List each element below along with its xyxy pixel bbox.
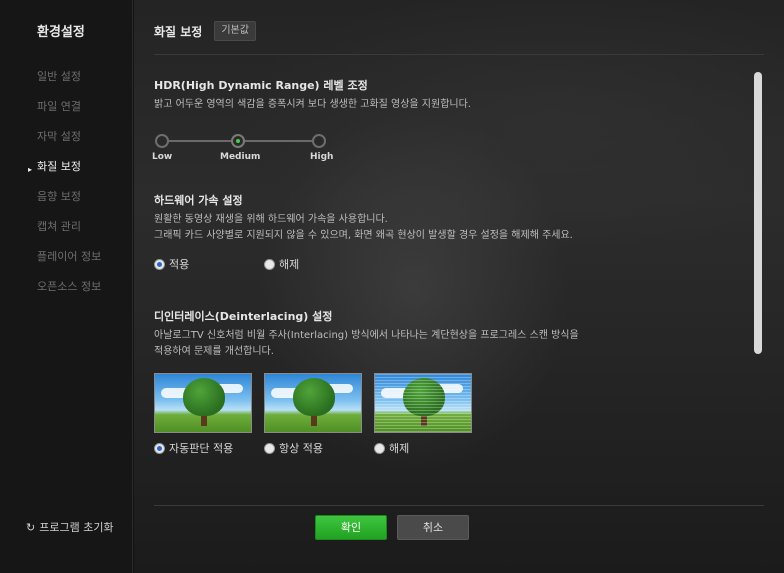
- deint-preview-auto[interactable]: [154, 373, 252, 433]
- slider-stop-medium[interactable]: [231, 134, 245, 148]
- hw-disable-radio[interactable]: 해제: [264, 256, 299, 272]
- sidebar-item-label: 일반 설정: [37, 70, 81, 83]
- sidebar-title: 환경설정: [37, 25, 85, 40]
- radio-dot: [154, 442, 165, 454]
- slider-label-medium: Medium: [220, 152, 261, 162]
- sidebar-item-player-info[interactable]: 플레이어 정보: [0, 248, 133, 278]
- hdr-section-title: HDR(High Dynamic Range) 레벨 조정: [154, 79, 368, 92]
- reset-program-button[interactable]: ↻ 프로그램 초기화: [26, 519, 114, 535]
- hw-section-title: 하드웨어 가속 설정: [154, 194, 243, 207]
- deint-radio-group: 자동판단 적용 항상 적용 해제: [154, 440, 409, 456]
- hw-description-line2: 그래픽 카드 사양별로 지원되지 않을 수 있으며, 화면 왜곡 현상이 발생할…: [154, 230, 573, 241]
- main-header: 화질 보정 기본값: [154, 21, 256, 41]
- sidebar-item-label: 파일 연결: [37, 100, 81, 113]
- deint-description-line2: 적용하여 문제를 개선합니다.: [154, 346, 274, 357]
- radio-dot: [154, 258, 165, 270]
- sidebar-item-label: 음향 보정: [37, 190, 81, 203]
- default-button[interactable]: 기본값: [214, 21, 256, 41]
- cancel-button[interactable]: 취소: [397, 515, 469, 540]
- deint-always-radio[interactable]: 항상 적용: [264, 440, 374, 456]
- sidebar-item-label: 플레이어 정보: [37, 250, 102, 263]
- radio-label: 해제: [389, 442, 410, 455]
- sidebar-nav: 일반 설정 파일 연결 자막 설정 ▸ 화질 보정 음향 보정 캡쳐 관리 플레…: [0, 68, 133, 308]
- main-panel: 화질 보정 기본값 HDR(High Dynamic Range) 레벨 조정 …: [134, 0, 784, 573]
- hw-description-line1: 원활한 동영상 재생을 위해 하드웨어 가속을 사용합니다.: [154, 214, 388, 225]
- sidebar-item-opensource[interactable]: 오픈소스 정보: [0, 278, 133, 308]
- radio-label: 해제: [279, 258, 300, 271]
- sidebar-item-video-enhance[interactable]: ▸ 화질 보정: [0, 158, 133, 188]
- sidebar-item-subtitle[interactable]: 자막 설정: [0, 128, 133, 158]
- deint-preview-always[interactable]: [264, 373, 362, 433]
- footer-divider: [154, 505, 764, 506]
- sidebar: 환경설정 일반 설정 파일 연결 자막 설정 ▸ 화질 보정 음향 보정 캡쳐 …: [0, 0, 133, 573]
- slider-stop-high[interactable]: [312, 134, 326, 148]
- reset-label: 프로그램 초기화: [39, 521, 114, 534]
- radio-label: 적용: [169, 258, 190, 271]
- active-arrow-icon: ▸: [28, 165, 33, 174]
- slider-stop-low[interactable]: [155, 134, 169, 148]
- sidebar-item-label: 화질 보정: [37, 160, 81, 173]
- sidebar-item-label: 자막 설정: [37, 130, 81, 143]
- deint-off-radio[interactable]: 해제: [374, 440, 409, 456]
- refresh-icon: ↻: [26, 521, 36, 534]
- sidebar-item-capture[interactable]: 캡쳐 관리: [0, 218, 133, 248]
- hdr-description: 밝고 어두운 영역의 색감을 증폭시켜 보다 생생한 고화질 영상을 지원합니다…: [154, 99, 471, 110]
- slider-label-low: Low: [152, 152, 173, 162]
- hw-apply-radio[interactable]: 적용: [154, 256, 264, 272]
- sidebar-item-label: 캡쳐 관리: [37, 220, 81, 233]
- deint-auto-radio[interactable]: 자동판단 적용: [154, 440, 264, 456]
- sidebar-item-file-association[interactable]: 파일 연결: [0, 98, 133, 128]
- deint-description-line1: 아날로그TV 신호처럼 비월 주사(Interlacing) 방식에서 나타나는…: [154, 330, 579, 341]
- deint-preview-off[interactable]: [374, 373, 472, 433]
- slider-label-high: High: [310, 152, 334, 162]
- radio-dot: [374, 442, 385, 454]
- radio-label: 자동판단 적용: [169, 442, 234, 455]
- hw-radio-group: 적용 해제: [154, 256, 299, 272]
- page-title: 화질 보정: [154, 24, 203, 39]
- radio-label: 항상 적용: [279, 442, 323, 455]
- sidebar-item-label: 오픈소스 정보: [37, 280, 102, 293]
- radio-dot: [264, 442, 275, 454]
- header-divider: [154, 54, 764, 55]
- sidebar-item-audio-enhance[interactable]: 음향 보정: [0, 188, 133, 218]
- radio-dot: [264, 258, 275, 270]
- hdr-level-slider[interactable]: Low Medium High: [152, 133, 354, 169]
- scrollbar-thumb[interactable]: [754, 72, 762, 354]
- confirm-button[interactable]: 확인: [315, 515, 387, 540]
- sidebar-item-general[interactable]: 일반 설정: [0, 68, 133, 98]
- deint-section-title: 디인터레이스(Deinterlacing) 설정: [154, 310, 333, 323]
